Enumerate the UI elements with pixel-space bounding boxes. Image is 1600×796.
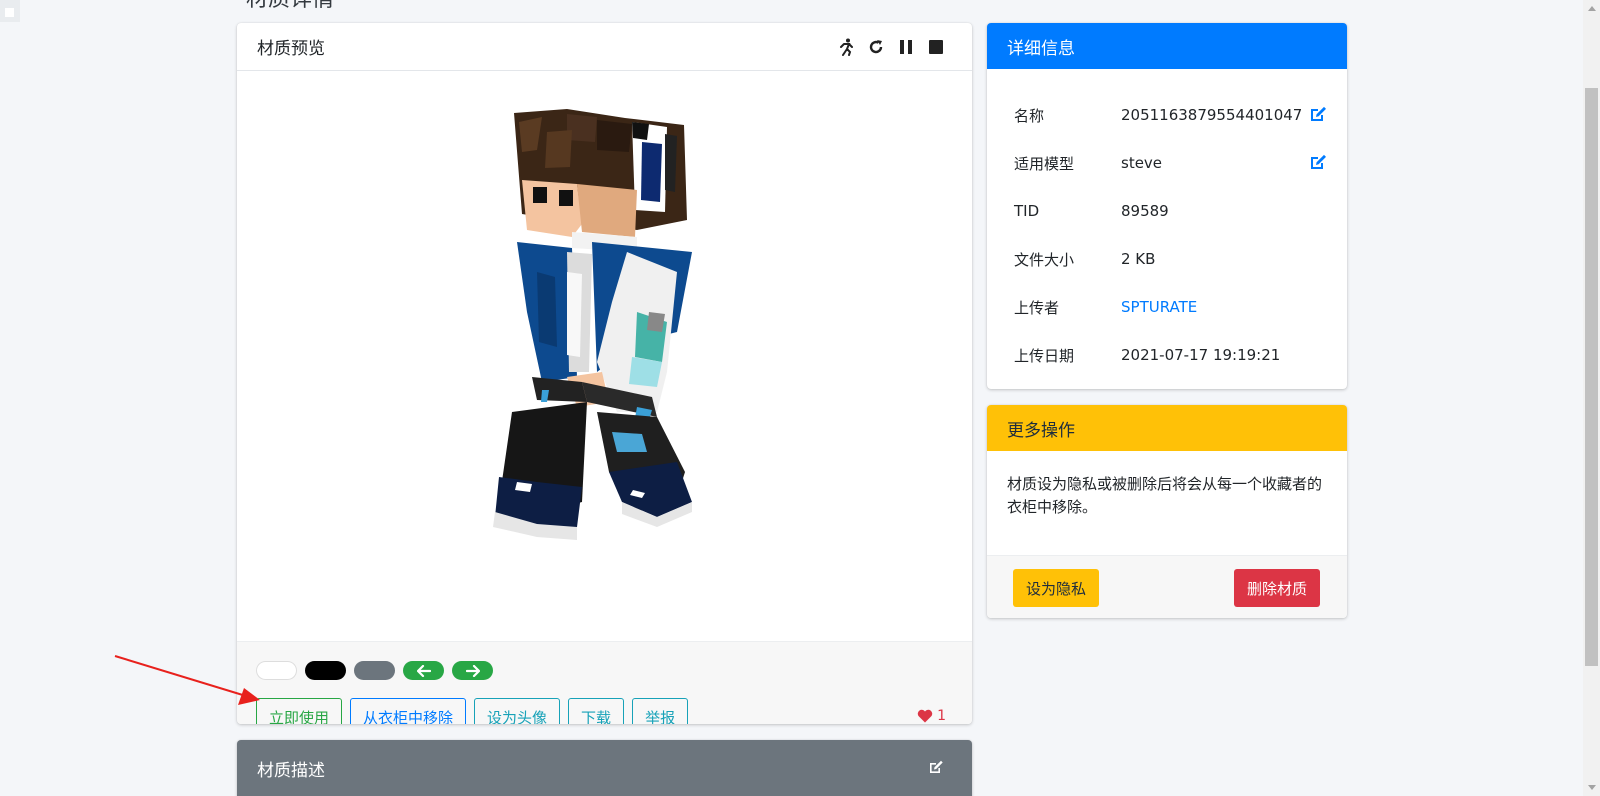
detail-key: 适用模型	[1014, 154, 1075, 173]
run-icon[interactable]	[836, 37, 856, 57]
skin-action-buttons: 立即使用 从衣柜中移除 设为头像 下载 举报	[256, 698, 689, 724]
detail-value: steve	[1121, 154, 1163, 172]
details-list: 名称 2051163879554401047 适用模型 steve TID 89…	[987, 69, 1347, 379]
detail-value: 2021-07-17 19:19:21	[1121, 346, 1281, 364]
bg-previous-button[interactable]	[403, 661, 444, 680]
detail-row-tid: TID 89589	[1014, 187, 1327, 235]
skin-preview-card: 材质预览 立即使用 从衣柜中移除 设为头像 下载 举报 1	[237, 23, 972, 724]
detail-row-name: 名称 2051163879554401047	[1014, 91, 1327, 139]
detail-value: 2 KB	[1121, 250, 1156, 268]
like-counter[interactable]: 1	[917, 708, 946, 724]
heart-icon	[917, 709, 933, 723]
arrow-right-icon	[465, 664, 480, 677]
background-switcher	[256, 661, 493, 680]
edit-name-icon[interactable]	[1309, 106, 1327, 126]
scroll-down-arrow[interactable]	[1588, 785, 1596, 790]
description-card: 材质描述	[237, 740, 972, 796]
detail-value: 89589	[1121, 202, 1169, 220]
preview-toolbar	[836, 37, 946, 57]
uploader-link[interactable]: SPTURATE	[1121, 298, 1197, 316]
more-actions-footer: 设为隐私 删除材质	[987, 555, 1347, 618]
scroll-thumb[interactable]	[1585, 88, 1598, 666]
skin-model-image	[493, 109, 692, 540]
detail-row-uploader: 上传者 SPTURATE	[1014, 283, 1327, 331]
bg-black-button[interactable]	[305, 661, 346, 680]
skin-3d-viewer[interactable]	[237, 72, 972, 641]
bg-next-button[interactable]	[452, 661, 493, 680]
detail-row-date: 上传日期 2021-07-17 19:19:21	[1014, 331, 1327, 379]
rotate-icon[interactable]	[866, 37, 886, 57]
bg-white-button[interactable]	[256, 661, 297, 680]
detail-key: 上传日期	[1014, 346, 1075, 365]
use-now-button[interactable]: 立即使用	[256, 698, 343, 724]
detail-key: TID	[1014, 202, 1040, 220]
detail-key: 名称	[1014, 106, 1045, 125]
report-button[interactable]: 举报	[632, 698, 689, 724]
detail-key: 文件大小	[1014, 250, 1075, 269]
details-header: 详细信息	[987, 23, 1347, 69]
page-title: 材质详情	[246, 0, 334, 14]
edit-model-icon[interactable]	[1309, 154, 1327, 174]
description-title: 材质描述	[257, 761, 325, 781]
detail-value: 2051163879554401047	[1121, 106, 1303, 124]
more-actions-card: 更多操作 材质设为隐私或被删除后将会从每一个收藏者的衣柜中移除。 设为隐私 删除…	[987, 405, 1347, 618]
detail-row-size: 文件大小 2 KB	[1014, 235, 1327, 283]
stop-icon[interactable]	[926, 37, 946, 57]
edit-icon[interactable]	[928, 759, 944, 778]
preview-footer: 立即使用 从衣柜中移除 设为头像 下载 举报 1	[237, 641, 972, 724]
preview-title: 材质预览	[257, 39, 325, 59]
bg-gray-button[interactable]	[354, 661, 395, 680]
detail-key: 上传者	[1014, 298, 1060, 317]
download-button[interactable]: 下载	[568, 698, 625, 724]
preview-header: 材质预览	[237, 23, 972, 71]
remove-from-closet-button[interactable]: 从衣柜中移除	[350, 698, 467, 724]
set-private-button[interactable]: 设为隐私	[1013, 569, 1100, 607]
like-count: 1	[937, 708, 946, 724]
arrow-left-icon	[416, 664, 431, 677]
pause-icon[interactable]	[896, 37, 916, 57]
set-as-avatar-button[interactable]: 设为头像	[474, 698, 561, 724]
detail-row-model: 适用模型 steve	[1014, 139, 1327, 187]
corner-square	[0, 0, 20, 22]
delete-skin-button[interactable]: 删除材质	[1233, 569, 1320, 607]
more-actions-text: 材质设为隐私或被删除后将会从每一个收藏者的衣柜中移除。	[1007, 475, 1323, 516]
page-scrollbar[interactable]	[1583, 0, 1600, 796]
details-card: 详细信息 名称 2051163879554401047 适用模型 steve T…	[987, 23, 1347, 389]
more-actions-header: 更多操作	[987, 405, 1347, 451]
scroll-up-arrow[interactable]	[1588, 6, 1596, 11]
